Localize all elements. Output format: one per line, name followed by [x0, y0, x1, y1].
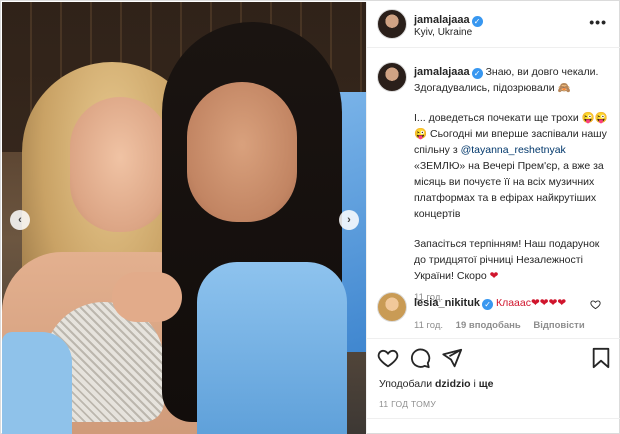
comment-username[interactable]: lesia_nikituk [414, 297, 480, 309]
heart-outline-icon [590, 300, 601, 310]
verified-icon: ✓ [471, 16, 483, 27]
comment-like-button[interactable] [590, 299, 601, 313]
heart-icon [377, 349, 399, 368]
comment-avatar[interactable] [377, 292, 407, 322]
caption-avatar[interactable] [377, 62, 407, 92]
author-username[interactable]: jamalajaaa [414, 14, 470, 26]
comment-text: lesia_nikituk ✓ Клааас❤❤❤❤ [414, 297, 566, 310]
comment-likes[interactable]: 19 вподобань [456, 320, 521, 331]
photo-person-right-face [187, 82, 297, 222]
divider [367, 418, 620, 419]
photo-person-right-body [197, 262, 347, 434]
prev-photo-button[interactable]: ‹ [10, 210, 30, 230]
caption-text: jamalajaaa ✓ Знаю, ви довго чекали. Здога… [414, 64, 614, 306]
like-button[interactable] [377, 347, 399, 369]
photo-blue-shirt [2, 332, 72, 434]
share-button[interactable] [441, 347, 463, 369]
verified-icon: ✓ [471, 68, 483, 79]
likes-user[interactable]: dzidzio [435, 378, 471, 390]
author-block: jamalajaaa ✓ Kyiv, Ukraine [414, 12, 483, 38]
photo-hand [112, 272, 182, 322]
avatar[interactable] [377, 9, 407, 39]
action-bar: Уподобали dzidzio і ще 11 ГОД ТОМУ [367, 338, 620, 434]
comment-body: Клааас❤❤❤❤ [495, 297, 567, 309]
share-icon [442, 348, 463, 368]
chevron-left-icon: ‹ [18, 214, 22, 226]
likes-more[interactable]: ще [479, 378, 494, 390]
verified-icon: ✓ [482, 299, 494, 310]
save-button[interactable] [591, 347, 613, 369]
post-location[interactable]: Kyiv, Ukraine [414, 27, 483, 38]
post-frame: ‹ › jamalajaaa ✓ Kyiv, Ukraine ••• jamala… [0, 0, 620, 434]
comment-row: lesia_nikituk ✓ Клааас❤❤❤❤ 11 год. 19 впо… [367, 290, 620, 336]
bookmark-icon [592, 347, 610, 369]
post-photo[interactable]: ‹ › [2, 2, 366, 434]
next-photo-button[interactable]: › [339, 210, 359, 230]
comment-icon [411, 348, 431, 369]
comment-time: 11 год. [414, 320, 444, 331]
mention-link[interactable]: @tayanna_reshetnyak [461, 144, 566, 156]
post-header: jamalajaaa ✓ Kyiv, Ukraine ••• [367, 2, 620, 48]
more-options-button[interactable]: ••• [589, 14, 607, 30]
comment-button[interactable] [409, 347, 431, 369]
caption-line-2b: «ЗЕМЛЮ» на Вечері Прем'єр, а вже за міся… [414, 160, 604, 220]
photo-person-left-face [70, 97, 170, 232]
caption-username[interactable]: jamalajaaa [414, 66, 470, 78]
likes-prefix: Уподобали [379, 378, 435, 390]
reply-button[interactable]: Відповісти [533, 320, 584, 331]
chevron-right-icon: › [347, 214, 351, 226]
comment-meta: 11 год. 19 вподобань Відповісти [414, 320, 595, 331]
likes-and: і [470, 378, 479, 390]
caption-line-3: Запасіться терпінням! Наш подарунок до т… [414, 238, 600, 282]
post-date[interactable]: 11 ГОД ТОМУ [379, 399, 436, 409]
post-side-panel: jamalajaaa ✓ Kyiv, Ukraine ••• jamalajaaa… [366, 2, 620, 434]
likes-summary: Уподобали dzidzio і ще [379, 378, 493, 390]
heart-emoji: ❤ [489, 270, 499, 282]
